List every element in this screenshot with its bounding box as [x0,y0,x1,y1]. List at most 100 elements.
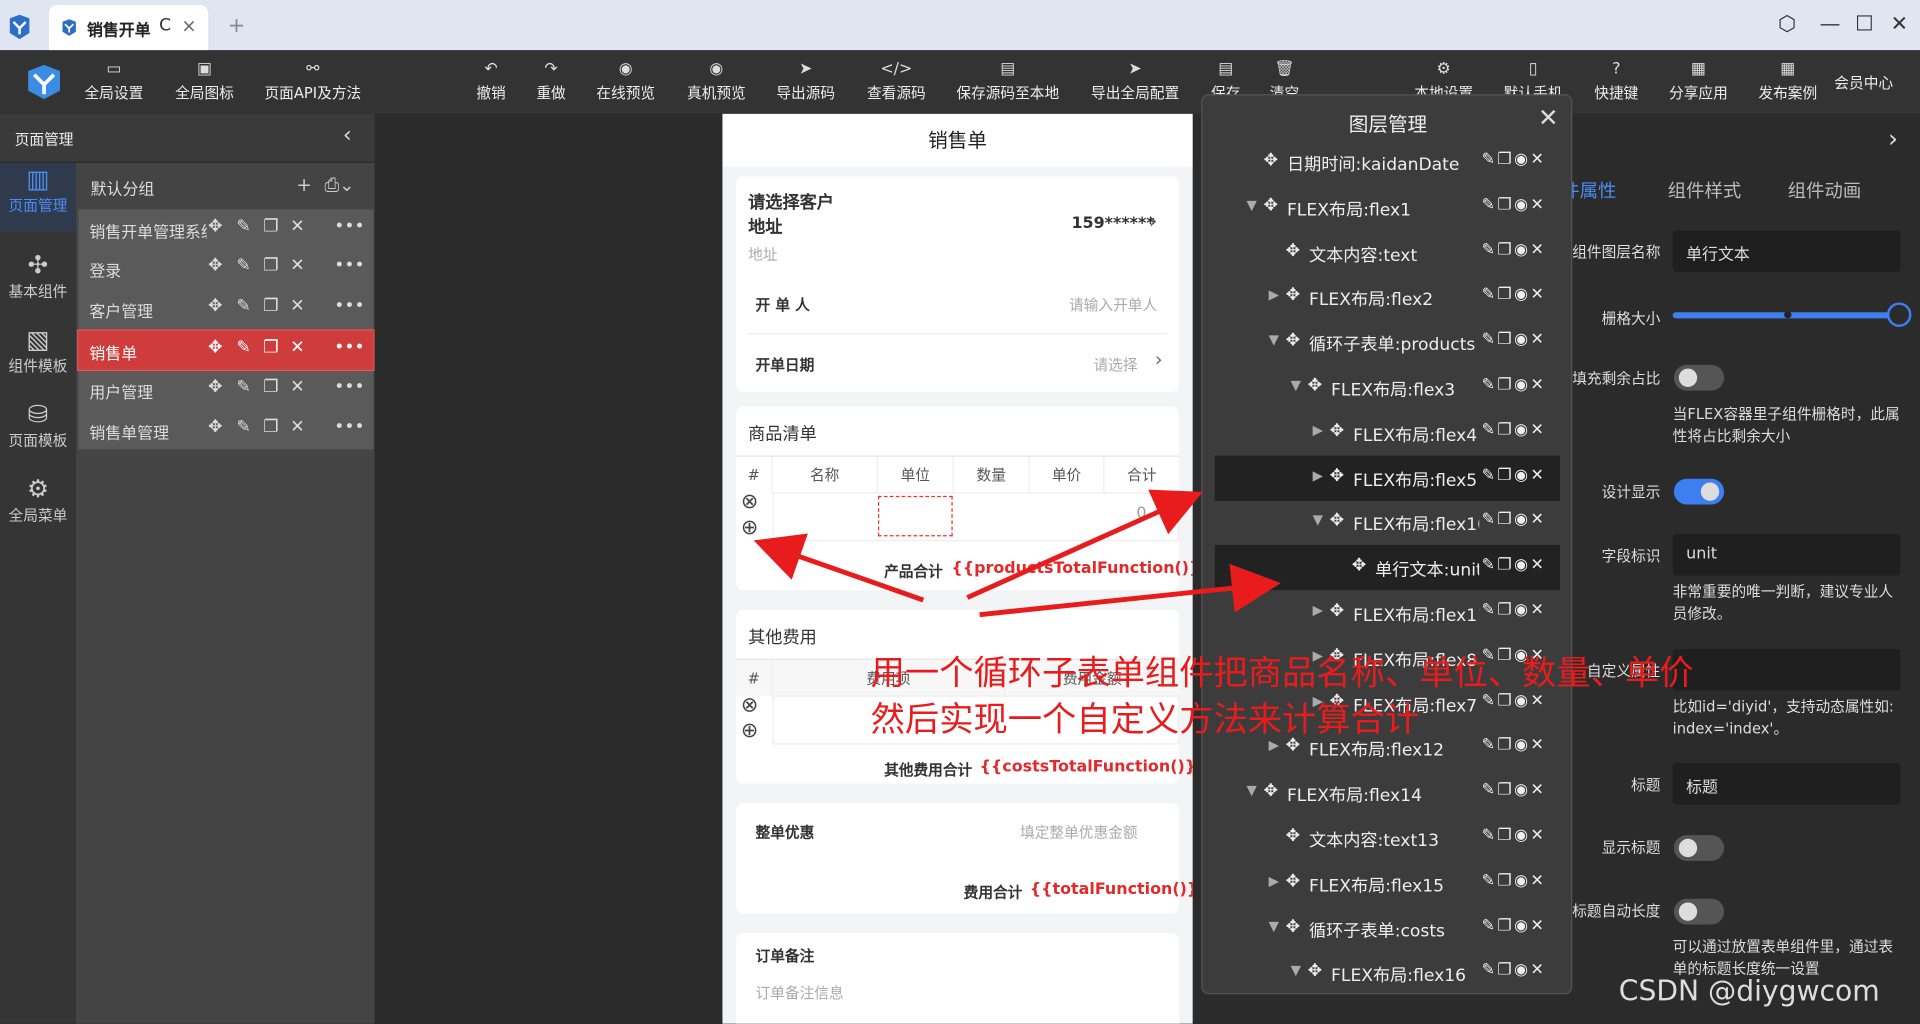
copy-icon[interactable]: ❐ [263,296,278,316]
title-input[interactable]: 标题 [1672,762,1901,805]
discount-input[interactable]: 填定整单优惠金额 [1020,822,1138,843]
delete-icon[interactable]: ✕ [290,377,304,397]
caret-right-icon[interactable]: ▶ [1313,602,1323,618]
page-item[interactable]: 登录 ✥ ✎ ❐ ✕ ••• [78,249,373,288]
add-row-icon[interactable]: ⊕ [741,719,758,743]
move-icon[interactable]: ✥ [1286,331,1300,351]
save-source-local-button[interactable]: ▤ 保存源码至本地 [956,59,1059,103]
delete-icon[interactable]: ✕ [290,418,304,438]
layer-action-icons[interactable]: ✎❐◉✕ [1482,466,1547,484]
nav-component-templates[interactable]: ▧ 组件模板 [0,323,76,392]
caret-down-icon[interactable]: ▼ [1291,377,1301,393]
layer-action-icons[interactable]: ✎❐◉✕ [1482,601,1547,619]
chevron-right-icon[interactable]: › [1149,208,1158,234]
delete-icon[interactable]: ✕ [290,217,304,237]
collapse-left-icon[interactable]: ‹ [343,122,352,148]
caret-right-icon[interactable]: ▶ [1269,873,1279,889]
remark-input[interactable]: 订单备注信息 [756,982,844,1003]
layer-row[interactable]: ▶ ✥ FLEX布局:flex5 ✎❐◉✕ [1214,455,1561,501]
nav-global-menu[interactable]: ⚙ 全局菜单 [0,473,76,542]
more-icon[interactable]: ••• [334,296,364,316]
fill-remaining-toggle[interactable] [1673,364,1725,391]
layer-action-icons[interactable]: ✎❐◉✕ [1482,331,1547,349]
caret-right-icon[interactable]: ▶ [1313,422,1323,438]
nav-page-templates[interactable]: ⛁ 页面模板 [0,398,76,467]
layer-action-icons[interactable]: ✎❐◉✕ [1482,556,1547,574]
move-icon[interactable]: ✥ [1330,421,1344,441]
share-app-button[interactable]: ▦ 分享应用 [1669,59,1728,103]
move-icon[interactable]: ✥ [1286,241,1300,261]
page-menu-icon[interactable]: ⎙⌄ [324,174,354,196]
layer-row[interactable]: ▶ ✥ FLEX布局:flex11 ✎❐◉✕ [1215,590,1560,635]
layer-row[interactable]: ✥ 文本内容:text13 ✎❐◉✕ [1215,816,1560,861]
delete-icon[interactable]: ✕ [290,256,304,276]
layer-action-icons[interactable]: ✎❐◉✕ [1482,917,1547,935]
layer-row[interactable]: ▼ ✥ FLEX布局:flex1 ✎❐◉✕ [1215,185,1560,230]
edit-icon[interactable]: ✎ [236,338,250,358]
nav-page-management[interactable]: ▥ 页面管理 [0,162,76,232]
add-row-icon[interactable]: ⊕ [741,516,758,540]
selected-unit-field[interactable] [877,495,953,537]
layer-row[interactable]: ▶ ✥ FLEX布局:flex15 ✎❐◉✕ [1215,861,1560,906]
layer-row[interactable]: ✥ 文本内容:text ✎❐◉✕ [1215,230,1560,275]
copy-icon[interactable]: ❐ [263,256,278,276]
refresh-icon[interactable]: C [159,16,171,36]
layer-row[interactable]: ▼ ✥ FLEX布局:flex14 ✎❐◉✕ [1215,770,1560,815]
layer-action-icons[interactable]: ✎❐◉✕ [1482,241,1547,259]
add-page-icon[interactable]: + [296,174,311,196]
layer-action-icons[interactable]: ✎❐◉✕ [1482,151,1547,169]
online-preview-button[interactable]: ◉ 在线预览 [596,59,655,103]
layer-action-icons[interactable]: ✎❐◉✕ [1482,421,1547,439]
layer-row[interactable]: ▼ ✥ 循环子表单:costs ✎❐◉✕ [1215,906,1560,951]
move-icon[interactable]: ✥ [1330,601,1344,621]
global-settings-button[interactable]: ▭ 全局设置 [84,59,143,103]
caret-right-icon[interactable]: ▶ [1313,467,1323,483]
creator-input[interactable]: 请输入开单人 [1069,294,1157,315]
caret-down-icon[interactable]: ▼ [1247,783,1257,799]
title-auto-length-toggle[interactable] [1673,898,1725,925]
edit-icon[interactable]: ✎ [236,256,250,276]
layer-row[interactable]: ▼ ✥ FLEX布局:flex10 ✎❐◉✕ [1215,500,1560,545]
customer-select[interactable]: 请选择客户 [748,190,834,214]
close-icon[interactable]: ✕ [1538,103,1559,132]
publish-case-button[interactable]: ▦ 发布案例 [1758,59,1817,103]
layer-row[interactable]: ▼ ✥ 循环子表单:products ✎❐◉✕ [1215,320,1560,365]
move-icon[interactable]: ✥ [208,296,222,316]
caret-down-icon[interactable]: ▼ [1269,918,1279,934]
field-id-input[interactable]: unit [1672,533,1901,576]
date-picker[interactable]: 请选择 [1093,354,1137,375]
nav-basic-components[interactable]: ✣ 基本组件 [0,249,76,318]
device-preview-button[interactable]: ◉ 真机预览 [687,59,746,103]
edit-icon[interactable]: ✎ [236,296,250,316]
edit-icon[interactable]: ✎ [236,418,250,438]
copy-icon[interactable]: ❐ [263,338,278,358]
move-icon[interactable]: ✥ [1330,466,1344,486]
move-icon[interactable]: ✥ [208,338,222,358]
member-center-button[interactable]: 会员中心 [1834,72,1893,93]
layer-row[interactable]: ▼ ✥ FLEX布局:flex3 ✎❐◉✕ [1215,365,1560,410]
tab-component-animation[interactable]: 组件动画 [1788,178,1861,204]
layer-row[interactable]: ✥ 日期时间:kaidanDate ✎❐◉✕ [1215,140,1560,185]
layer-action-icons[interactable]: ✎❐◉✕ [1482,872,1547,890]
more-icon[interactable]: ••• [334,256,364,276]
move-icon[interactable]: ✥ [208,256,222,276]
export-global-config-button[interactable]: ➤ 导出全局配置 [1091,59,1179,103]
delete-icon[interactable]: ✕ [290,338,304,358]
page-item[interactable]: 销售开单管理系统 ✥ ✎ ❐ ✕ ••• [78,209,373,248]
copy-icon[interactable]: ❐ [263,217,278,237]
page-item[interactable]: 用户管理 ✥ ✎ ❐ ✕ ••• [78,370,373,409]
tab-component-style[interactable]: 组件样式 [1668,178,1741,204]
page-item[interactable]: 客户管理 ✥ ✎ ❐ ✕ ••• [78,289,373,328]
move-icon[interactable]: ✥ [1308,376,1322,396]
window-close-icon[interactable]: ✕ [1891,12,1908,36]
edit-icon[interactable]: ✎ [236,217,250,237]
page-item[interactable]: 销售单管理 ✥ ✎ ❐ ✕ ••• [78,410,373,449]
maximize-icon[interactable]: ☐ [1855,12,1874,36]
layer-action-icons[interactable]: ✎❐◉✕ [1482,962,1547,980]
layer-action-icons[interactable]: ✎❐◉✕ [1482,736,1547,754]
layer-action-icons[interactable]: ✎❐◉✕ [1482,286,1547,304]
more-icon[interactable]: ••• [334,217,364,237]
remove-row-icon[interactable]: ⊗ [741,490,758,514]
settings-hex-icon[interactable]: ⬡ [1778,12,1796,36]
layer-action-icons[interactable]: ✎❐◉✕ [1482,827,1547,845]
